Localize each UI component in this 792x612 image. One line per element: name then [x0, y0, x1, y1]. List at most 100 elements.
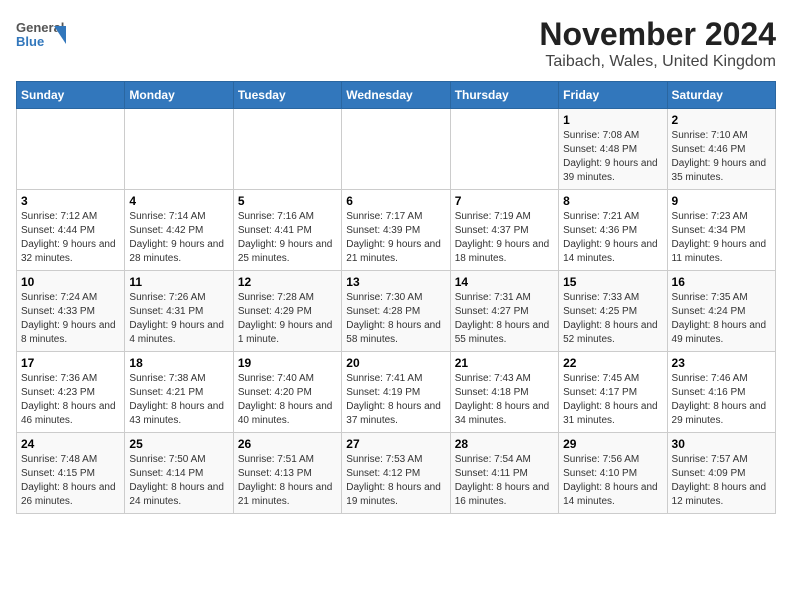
day-info: Sunrise: 7:45 AMSunset: 4:17 PMDaylight:…: [563, 372, 662, 428]
day-info: Sunrise: 7:17 AMSunset: 4:39 PMDaylight:…: [346, 210, 445, 266]
calendar-row: 24Sunrise: 7:48 AMSunset: 4:15 PMDayligh…: [17, 433, 776, 514]
day-number: 1: [563, 113, 662, 127]
day-info: Sunrise: 7:28 AMSunset: 4:29 PMDaylight:…: [238, 291, 337, 347]
calendar-cell: [17, 109, 125, 190]
day-number: 2: [672, 113, 771, 127]
calendar-cell: 14 Sunrise: 7:31 AMSunset: 4:27 PMDayligh…: [450, 271, 558, 352]
calendar-cell: 9 Sunrise: 7:23 AMSunset: 4:34 PMDaylight…: [667, 190, 775, 271]
day-number: 20: [346, 356, 445, 370]
svg-text:Blue: Blue: [16, 34, 44, 49]
calendar-cell: 22 Sunrise: 7:45 AMSunset: 4:17 PMDayligh…: [559, 352, 667, 433]
calendar-cell: 16Sunrise: 7:35 AMSunset: 4:24 PMDayligh…: [667, 271, 775, 352]
day-number: 13: [346, 275, 445, 289]
calendar-cell: 3 Sunrise: 7:12 AMSunset: 4:44 PMDaylight…: [17, 190, 125, 271]
day-number: 9: [672, 194, 771, 208]
month-title: November 2024: [539, 16, 776, 53]
day-number: 7: [455, 194, 554, 208]
calendar-cell: [450, 109, 558, 190]
calendar-cell: 11 Sunrise: 7:26 AMSunset: 4:31 PMDayligh…: [125, 271, 233, 352]
calendar-cell: 1 Sunrise: 7:08 AMSunset: 4:48 PMDaylight…: [559, 109, 667, 190]
day-info: Sunrise: 7:36 AMSunset: 4:23 PMDaylight:…: [21, 372, 120, 428]
calendar-table: Sunday Monday Tuesday Wednesday Thursday…: [16, 81, 776, 514]
logo-icon: General Blue: [16, 16, 66, 54]
day-info: Sunrise: 7:26 AMSunset: 4:31 PMDaylight:…: [129, 291, 228, 347]
calendar-cell: 2 Sunrise: 7:10 AMSunset: 4:46 PMDaylight…: [667, 109, 775, 190]
day-number: 5: [238, 194, 337, 208]
calendar-row: 1 Sunrise: 7:08 AMSunset: 4:48 PMDaylight…: [17, 109, 776, 190]
title-block: November 2024 Taibach, Wales, United Kin…: [539, 16, 776, 71]
calendar-cell: [342, 109, 450, 190]
calendar-cell: 13 Sunrise: 7:30 AMSunset: 4:28 PMDayligh…: [342, 271, 450, 352]
calendar-cell: [233, 109, 341, 190]
day-info: Sunrise: 7:31 AMSunset: 4:27 PMDaylight:…: [455, 291, 554, 347]
day-info: Sunrise: 7:14 AMSunset: 4:42 PMDaylight:…: [129, 210, 228, 266]
day-number: 11: [129, 275, 228, 289]
day-info: Sunrise: 7:56 AMSunset: 4:10 PMDaylight:…: [563, 453, 662, 509]
day-info: Sunrise: 7:16 AMSunset: 4:41 PMDaylight:…: [238, 210, 337, 266]
logo: General Blue: [16, 16, 66, 54]
col-friday: Friday: [559, 82, 667, 109]
day-number: 26: [238, 437, 337, 451]
calendar-cell: 20Sunrise: 7:41 AMSunset: 4:19 PMDayligh…: [342, 352, 450, 433]
day-info: Sunrise: 7:08 AMSunset: 4:48 PMDaylight:…: [563, 129, 662, 185]
day-info: Sunrise: 7:33 AMSunset: 4:25 PMDaylight:…: [563, 291, 662, 347]
day-info: Sunrise: 7:40 AMSunset: 4:20 PMDaylight:…: [238, 372, 337, 428]
day-number: 30: [672, 437, 771, 451]
calendar-cell: 26 Sunrise: 7:51 AMSunset: 4:13 PMDayligh…: [233, 433, 341, 514]
day-number: 21: [455, 356, 554, 370]
day-number: 18: [129, 356, 228, 370]
day-number: 29: [563, 437, 662, 451]
day-info: Sunrise: 7:43 AMSunset: 4:18 PMDaylight:…: [455, 372, 554, 428]
page-header: General Blue November 2024 Taibach, Wale…: [16, 16, 776, 71]
day-number: 23: [672, 356, 771, 370]
calendar-cell: 27 Sunrise: 7:53 AMSunset: 4:12 PMDayligh…: [342, 433, 450, 514]
day-info: Sunrise: 7:30 AMSunset: 4:28 PMDaylight:…: [346, 291, 445, 347]
calendar-cell: [125, 109, 233, 190]
day-number: 12: [238, 275, 337, 289]
day-info: Sunrise: 7:23 AMSunset: 4:34 PMDaylight:…: [672, 210, 771, 266]
calendar-cell: 28 Sunrise: 7:54 AMSunset: 4:11 PMDayligh…: [450, 433, 558, 514]
day-number: 27: [346, 437, 445, 451]
day-info: Sunrise: 7:51 AMSunset: 4:13 PMDaylight:…: [238, 453, 337, 509]
day-info: Sunrise: 7:12 AMSunset: 4:44 PMDaylight:…: [21, 210, 120, 266]
day-info: Sunrise: 7:19 AMSunset: 4:37 PMDaylight:…: [455, 210, 554, 266]
day-info: Sunrise: 7:50 AMSunset: 4:14 PMDaylight:…: [129, 453, 228, 509]
calendar-cell: 15Sunrise: 7:33 AMSunset: 4:25 PMDayligh…: [559, 271, 667, 352]
calendar-cell: 7 Sunrise: 7:19 AMSunset: 4:37 PMDaylight…: [450, 190, 558, 271]
col-monday: Monday: [125, 82, 233, 109]
calendar-cell: 30Sunrise: 7:57 AMSunset: 4:09 PMDayligh…: [667, 433, 775, 514]
calendar-cell: 10Sunrise: 7:24 AMSunset: 4:33 PMDayligh…: [17, 271, 125, 352]
calendar-cell: 21 Sunrise: 7:43 AMSunset: 4:18 PMDayligh…: [450, 352, 558, 433]
day-info: Sunrise: 7:10 AMSunset: 4:46 PMDaylight:…: [672, 129, 771, 185]
col-sunday: Sunday: [17, 82, 125, 109]
day-number: 28: [455, 437, 554, 451]
day-number: 24: [21, 437, 120, 451]
calendar-body: 1 Sunrise: 7:08 AMSunset: 4:48 PMDaylight…: [17, 109, 776, 514]
calendar-cell: 24Sunrise: 7:48 AMSunset: 4:15 PMDayligh…: [17, 433, 125, 514]
day-number: 10: [21, 275, 120, 289]
calendar-cell: 19 Sunrise: 7:40 AMSunset: 4:20 PMDayligh…: [233, 352, 341, 433]
calendar-cell: 4Sunrise: 7:14 AMSunset: 4:42 PMDaylight…: [125, 190, 233, 271]
calendar-header: Sunday Monday Tuesday Wednesday Thursday…: [17, 82, 776, 109]
day-number: 8: [563, 194, 662, 208]
calendar-row: 10Sunrise: 7:24 AMSunset: 4:33 PMDayligh…: [17, 271, 776, 352]
header-row: Sunday Monday Tuesday Wednesday Thursday…: [17, 82, 776, 109]
day-number: 14: [455, 275, 554, 289]
day-number: 25: [129, 437, 228, 451]
calendar-row: 3 Sunrise: 7:12 AMSunset: 4:44 PMDaylight…: [17, 190, 776, 271]
calendar-cell: 18Sunrise: 7:38 AMSunset: 4:21 PMDayligh…: [125, 352, 233, 433]
day-info: Sunrise: 7:54 AMSunset: 4:11 PMDaylight:…: [455, 453, 554, 509]
calendar-cell: 12 Sunrise: 7:28 AMSunset: 4:29 PMDayligh…: [233, 271, 341, 352]
day-number: 22: [563, 356, 662, 370]
calendar-cell: 6 Sunrise: 7:17 AMSunset: 4:39 PMDaylight…: [342, 190, 450, 271]
day-number: 6: [346, 194, 445, 208]
day-number: 19: [238, 356, 337, 370]
calendar-cell: 23Sunrise: 7:46 AMSunset: 4:16 PMDayligh…: [667, 352, 775, 433]
day-number: 3: [21, 194, 120, 208]
calendar-cell: 8Sunrise: 7:21 AMSunset: 4:36 PMDaylight…: [559, 190, 667, 271]
calendar-cell: 5 Sunrise: 7:16 AMSunset: 4:41 PMDaylight…: [233, 190, 341, 271]
day-info: Sunrise: 7:53 AMSunset: 4:12 PMDaylight:…: [346, 453, 445, 509]
calendar-row: 17Sunrise: 7:36 AMSunset: 4:23 PMDayligh…: [17, 352, 776, 433]
day-info: Sunrise: 7:35 AMSunset: 4:24 PMDaylight:…: [672, 291, 771, 347]
col-thursday: Thursday: [450, 82, 558, 109]
